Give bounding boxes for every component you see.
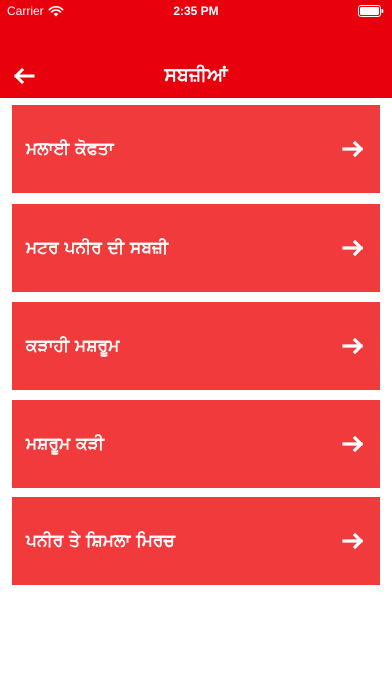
status-bar: Carrier 2:35 PM [0,0,392,22]
list-item-label: ਮਟਰ ਪਨੀਰ ਦੀ ਸਬਜ਼ੀ [26,238,169,258]
list-item-label: ਕੜਾਹੀ ਮਸ਼ਰੂਮ [26,336,120,356]
right-arrow-icon [342,435,364,453]
header: Carrier 2:35 PM ਸਬਜ਼ੀਆਂ [0,0,392,98]
list-item[interactable]: ਮਟਰ ਪਨੀਰ ਦੀ ਸਬਜ਼ੀ [12,204,380,292]
list-item-label: ਪਨੀਰ ਤੇ ਸ਼ਿਮਲਾ ਮਿਰਚ [26,531,175,551]
list-item-label: ਮਲਾਈ ਕੋਫਤਾ [26,139,114,159]
status-time: 2:35 PM [173,4,219,18]
battery-icon [358,5,384,17]
list-item[interactable]: ਪਨੀਰ ਤੇ ਸ਼ਿਮਲਾ ਮਿਰਚ [12,497,380,585]
right-arrow-icon [342,337,364,355]
list-item[interactable]: ਮਸ਼ਰੂਮ ਕੜੀ [12,400,380,488]
list-item[interactable]: ਕੜਾਹੀ ਮਸ਼ਰੂਮ [12,302,380,390]
right-arrow-icon [342,532,364,550]
right-arrow-icon [342,239,364,257]
list-item-label: ਮਸ਼ਰੂਮ ਕੜੀ [26,434,104,454]
right-arrow-icon [342,140,364,158]
page-title: ਸਬਜ਼ੀਆਂ [164,64,228,86]
list-item[interactable]: ਮਲਾਈ ਕੋਫਤਾ [12,105,380,193]
